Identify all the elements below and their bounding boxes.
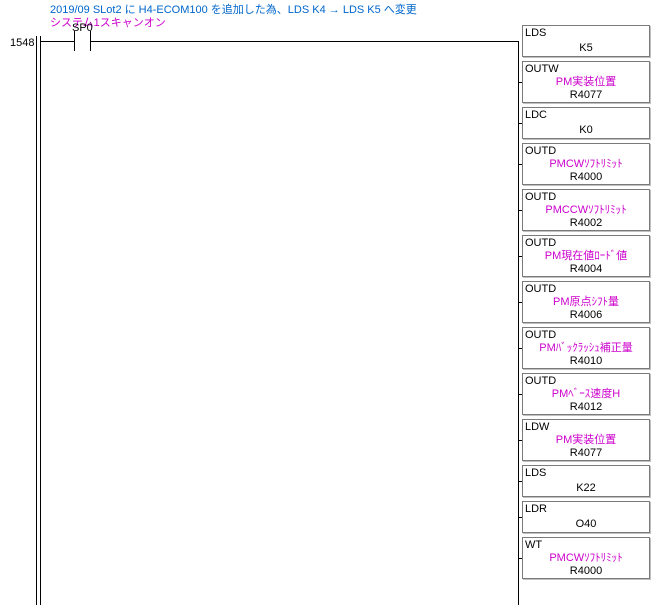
instruction-mnemonic: LDC <box>525 109 547 121</box>
instruction-block[interactable]: LDRO40 <box>522 501 650 533</box>
instruction-block[interactable]: LDWPM実装位置R4077 <box>522 419 650 461</box>
instruction-block[interactable]: OUTDPMCWｿﾌﾄﾘﾐｯﾄR4000 <box>522 143 650 185</box>
instruction-block[interactable]: OUTDPM原点ｼﾌﾄ量R4006 <box>522 281 650 323</box>
instruction-block[interactable]: OUTWPM実装位置R4077 <box>522 61 650 103</box>
instruction-operand: R4012 <box>523 401 649 414</box>
rung-wire <box>98 41 518 42</box>
instruction-block[interactable]: WTPMCWｿﾌﾄﾘﾐｯﾄR4000 <box>522 537 650 579</box>
instruction-mnemonic: LDS <box>525 467 546 479</box>
instruction-operand: R4010 <box>523 355 649 368</box>
instruction-operand: R4002 <box>523 217 649 230</box>
instruction-operand: R4000 <box>523 171 649 184</box>
instruction-mnemonic: OUTD <box>525 329 556 341</box>
instruction-mnemonic: OUTD <box>525 283 556 295</box>
instruction-block[interactable]: OUTDPM現在値ﾛｰﾄﾞ値R4004 <box>522 235 650 277</box>
instruction-mnemonic: OUTD <box>525 145 556 157</box>
ladder-canvas: { "comment1": "2019/09 SLot2 に H4-ECOM10… <box>0 0 658 605</box>
instruction-mnemonic: OUTD <box>525 191 556 203</box>
instruction-mnemonic: OUTD <box>525 375 556 387</box>
instruction-block[interactable]: OUTDPMﾊﾞｯｸﾗｯｼｭ補正量R4010 <box>522 327 650 369</box>
instruction-mnemonic: OUTW <box>525 63 559 75</box>
instruction-operand: R4077 <box>523 447 649 460</box>
power-rail-left-inner <box>40 36 41 605</box>
instruction-operand: R4006 <box>523 309 649 322</box>
instruction-block[interactable]: LDCK0 <box>522 107 650 139</box>
contact-sp0[interactable] <box>66 31 98 51</box>
instruction-mnemonic: LDW <box>525 421 549 433</box>
instruction-block[interactable]: LDSK22 <box>522 465 650 497</box>
rung-wire <box>40 41 66 42</box>
rung-comment-2: システム1スキャンオン <box>50 14 166 30</box>
contact-label: SP0 <box>72 22 93 34</box>
branch-wire <box>518 41 519 605</box>
instruction-mnemonic: LDR <box>525 503 547 515</box>
instruction-operand: R4077 <box>523 89 649 102</box>
instruction-block[interactable]: OUTDPMﾍﾞｰｽ速度HR4012 <box>522 373 650 415</box>
instruction-operand: R4000 <box>523 565 649 578</box>
instruction-mnemonic: OUTD <box>525 237 556 249</box>
instruction-mnemonic: WT <box>525 539 542 551</box>
instruction-block[interactable]: OUTDPMCCWｿﾌﾄﾘﾐｯﾄR4002 <box>522 189 650 231</box>
instruction-mnemonic: LDS <box>525 27 546 39</box>
instruction-operand: R4004 <box>523 263 649 276</box>
rung-number: 1548 <box>10 37 34 49</box>
power-rail-left <box>36 36 37 605</box>
instruction-block[interactable]: LDSK5 <box>522 25 650 57</box>
